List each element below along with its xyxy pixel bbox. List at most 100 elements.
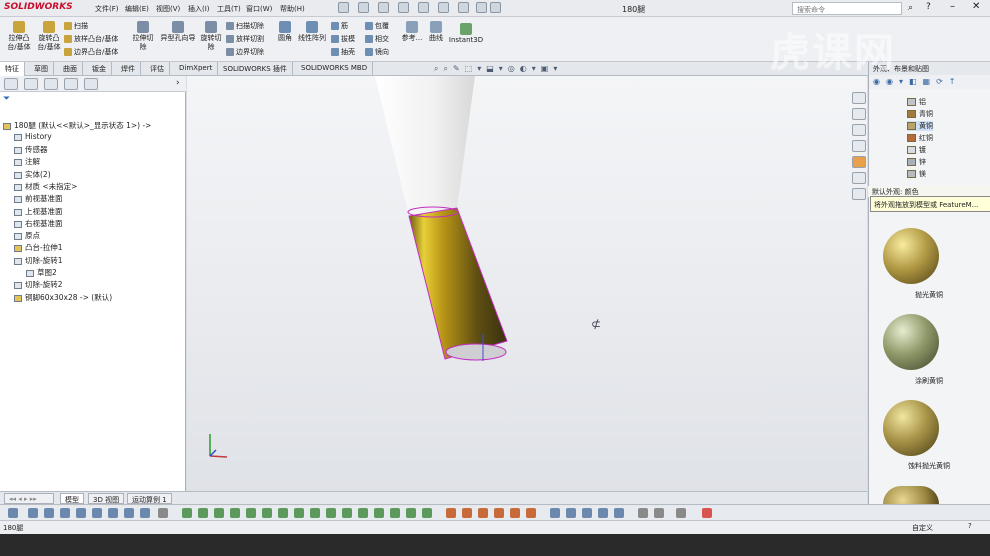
tab-weldments[interactable]: 焊件: [116, 62, 141, 76]
tab-dimxpert[interactable]: DimXpert: [174, 62, 219, 76]
tree-item-right-plane[interactable]: 右视基准面: [14, 218, 63, 229]
instant3d-button[interactable]: Instant3D: [448, 23, 484, 45]
tree-item-front-plane[interactable]: 前视基准面: [14, 193, 63, 204]
tool-icon[interactable]: [478, 508, 488, 518]
revolve-boss-button[interactable]: 旋转凸 台/基体: [34, 21, 64, 52]
appearance-chrome[interactable]: 镀: [907, 145, 926, 155]
tool-icon[interactable]: [422, 508, 432, 518]
tool-icon[interactable]: [550, 508, 560, 518]
swatch-brushed-brass[interactable]: [883, 314, 939, 370]
brass-sleeve[interactable]: [408, 207, 508, 360]
hole-wizard-button[interactable]: 异型孔向导: [158, 21, 198, 43]
tab-addins[interactable]: SOLIDWORKS 插件: [218, 62, 293, 76]
tool-icon[interactable]: [124, 508, 134, 518]
tool-icon[interactable]: [44, 508, 54, 518]
new-icon[interactable]: [338, 2, 349, 13]
help-icon[interactable]: ?: [926, 2, 931, 12]
menu-file[interactable]: 文件(F): [95, 4, 119, 14]
tab-features[interactable]: 特征: [0, 62, 25, 76]
feature-tree-icon[interactable]: [4, 78, 18, 90]
chevron-right-icon[interactable]: ›: [176, 78, 180, 88]
tab-model[interactable]: 模型: [60, 493, 84, 504]
appearance-bronze[interactable]: 青铜: [907, 109, 933, 119]
tool-icon[interactable]: [510, 508, 520, 518]
search-icon[interactable]: ⌕: [908, 3, 913, 13]
tool-icon[interactable]: [358, 508, 368, 518]
menu-view[interactable]: 视图(V): [156, 4, 180, 14]
tool-icon[interactable]: [526, 508, 536, 518]
tool-icon[interactable]: [76, 508, 86, 518]
tool-icon[interactable]: [262, 508, 272, 518]
loft-boss-button[interactable]: 放样凸台/基体: [64, 34, 118, 44]
tree-item-sketch2[interactable]: 草图2: [26, 267, 57, 278]
mirror-button[interactable]: 镜向: [365, 47, 389, 57]
tree-item-top-plane[interactable]: 上视基准面: [14, 206, 63, 217]
display-manager-icon[interactable]: [84, 78, 98, 90]
tool-icon[interactable]: [494, 508, 504, 518]
search-input[interactable]: 搜索命令: [792, 2, 902, 15]
tab-3d-view[interactable]: 3D 视图: [88, 493, 125, 504]
tool-icon[interactable]: [278, 508, 288, 518]
dimxpert-icon[interactable]: [64, 78, 78, 90]
home-icon[interactable]: [852, 92, 866, 104]
tool-icon[interactable]: [108, 508, 118, 518]
tool-icon[interactable]: [638, 508, 648, 518]
sweep-cut-button[interactable]: 扫描切除: [226, 21, 264, 31]
tree-item-origin[interactable]: 原点: [14, 230, 40, 241]
rib-button[interactable]: 筋: [331, 21, 348, 31]
tool-icon[interactable]: [230, 508, 240, 518]
appearance-icon[interactable]: [852, 156, 866, 168]
draft-button[interactable]: 拔模: [331, 34, 355, 44]
open-icon[interactable]: [358, 2, 369, 13]
tool-icon[interactable]: [28, 508, 38, 518]
extrude-cut-button[interactable]: 拉伸切 除: [128, 21, 158, 52]
tool-icon[interactable]: [676, 508, 686, 518]
appearance-aluminum[interactable]: 铝: [907, 97, 926, 107]
filter-icon[interactable]: ⏷: [3, 94, 10, 104]
tool-icon[interactable]: [60, 508, 70, 518]
tool-icon[interactable]: [374, 508, 384, 518]
tool-icon[interactable]: [326, 508, 336, 518]
rebuild-icon[interactable]: [458, 2, 469, 13]
tool-icon[interactable]: [406, 508, 416, 518]
options-icon[interactable]: [490, 2, 501, 13]
tool-icon[interactable]: [462, 508, 472, 518]
boundary-boss-button[interactable]: 边界凸台/基体: [64, 47, 118, 57]
custom-props-icon[interactable]: [852, 172, 866, 184]
wrap-button[interactable]: 包覆: [365, 21, 389, 31]
tool-icon[interactable]: [446, 508, 456, 518]
tool-icon[interactable]: [614, 508, 624, 518]
tool-icon[interactable]: [702, 508, 712, 518]
view-tools-icon[interactable]: ⌕⌕✎⬚▾⬓▾◎◐▾▣▾: [434, 64, 562, 73]
forum-icon[interactable]: [852, 188, 866, 200]
swatch-satin-brass[interactable]: [883, 400, 939, 456]
select-icon[interactable]: [438, 2, 449, 13]
tool-icon[interactable]: [92, 508, 102, 518]
tool-icon[interactable]: [198, 508, 208, 518]
property-manager-icon[interactable]: [24, 78, 38, 90]
shell-button[interactable]: 抽壳: [331, 47, 355, 57]
tool-icon[interactable]: [158, 508, 168, 518]
appearance-copper[interactable]: 红铜: [907, 133, 933, 143]
graphics-area[interactable]: ⊄: [187, 76, 867, 491]
config-manager-icon[interactable]: [44, 78, 58, 90]
tool-icon[interactable]: [214, 508, 224, 518]
tool-icon[interactable]: [390, 508, 400, 518]
resources-icon[interactable]: [852, 108, 866, 120]
fillet-button[interactable]: 圆角: [274, 21, 296, 43]
menu-tools[interactable]: 工具(T): [217, 4, 241, 14]
loft-cut-button[interactable]: 放样切割: [226, 34, 264, 44]
nav-icons[interactable]: ◉◉▾◧▦⟳↑: [873, 77, 962, 86]
print-icon[interactable]: [398, 2, 409, 13]
appearance-magnesium[interactable]: 镁: [907, 169, 926, 179]
tool-icon[interactable]: [140, 508, 150, 518]
tree-item-extrude-boss[interactable]: 凸台-拉伸1: [14, 242, 62, 253]
menu-window[interactable]: 窗口(W): [246, 4, 272, 14]
menu-edit[interactable]: 编辑(E): [125, 4, 149, 14]
tool-icon[interactable]: [310, 508, 320, 518]
save-icon[interactable]: [378, 2, 389, 13]
close-icon[interactable]: ✕: [972, 1, 980, 12]
tree-item-sensors[interactable]: 传感器: [14, 144, 48, 155]
intersect-button[interactable]: 相交: [365, 34, 389, 44]
tab-evaluate[interactable]: 评估: [145, 62, 170, 76]
